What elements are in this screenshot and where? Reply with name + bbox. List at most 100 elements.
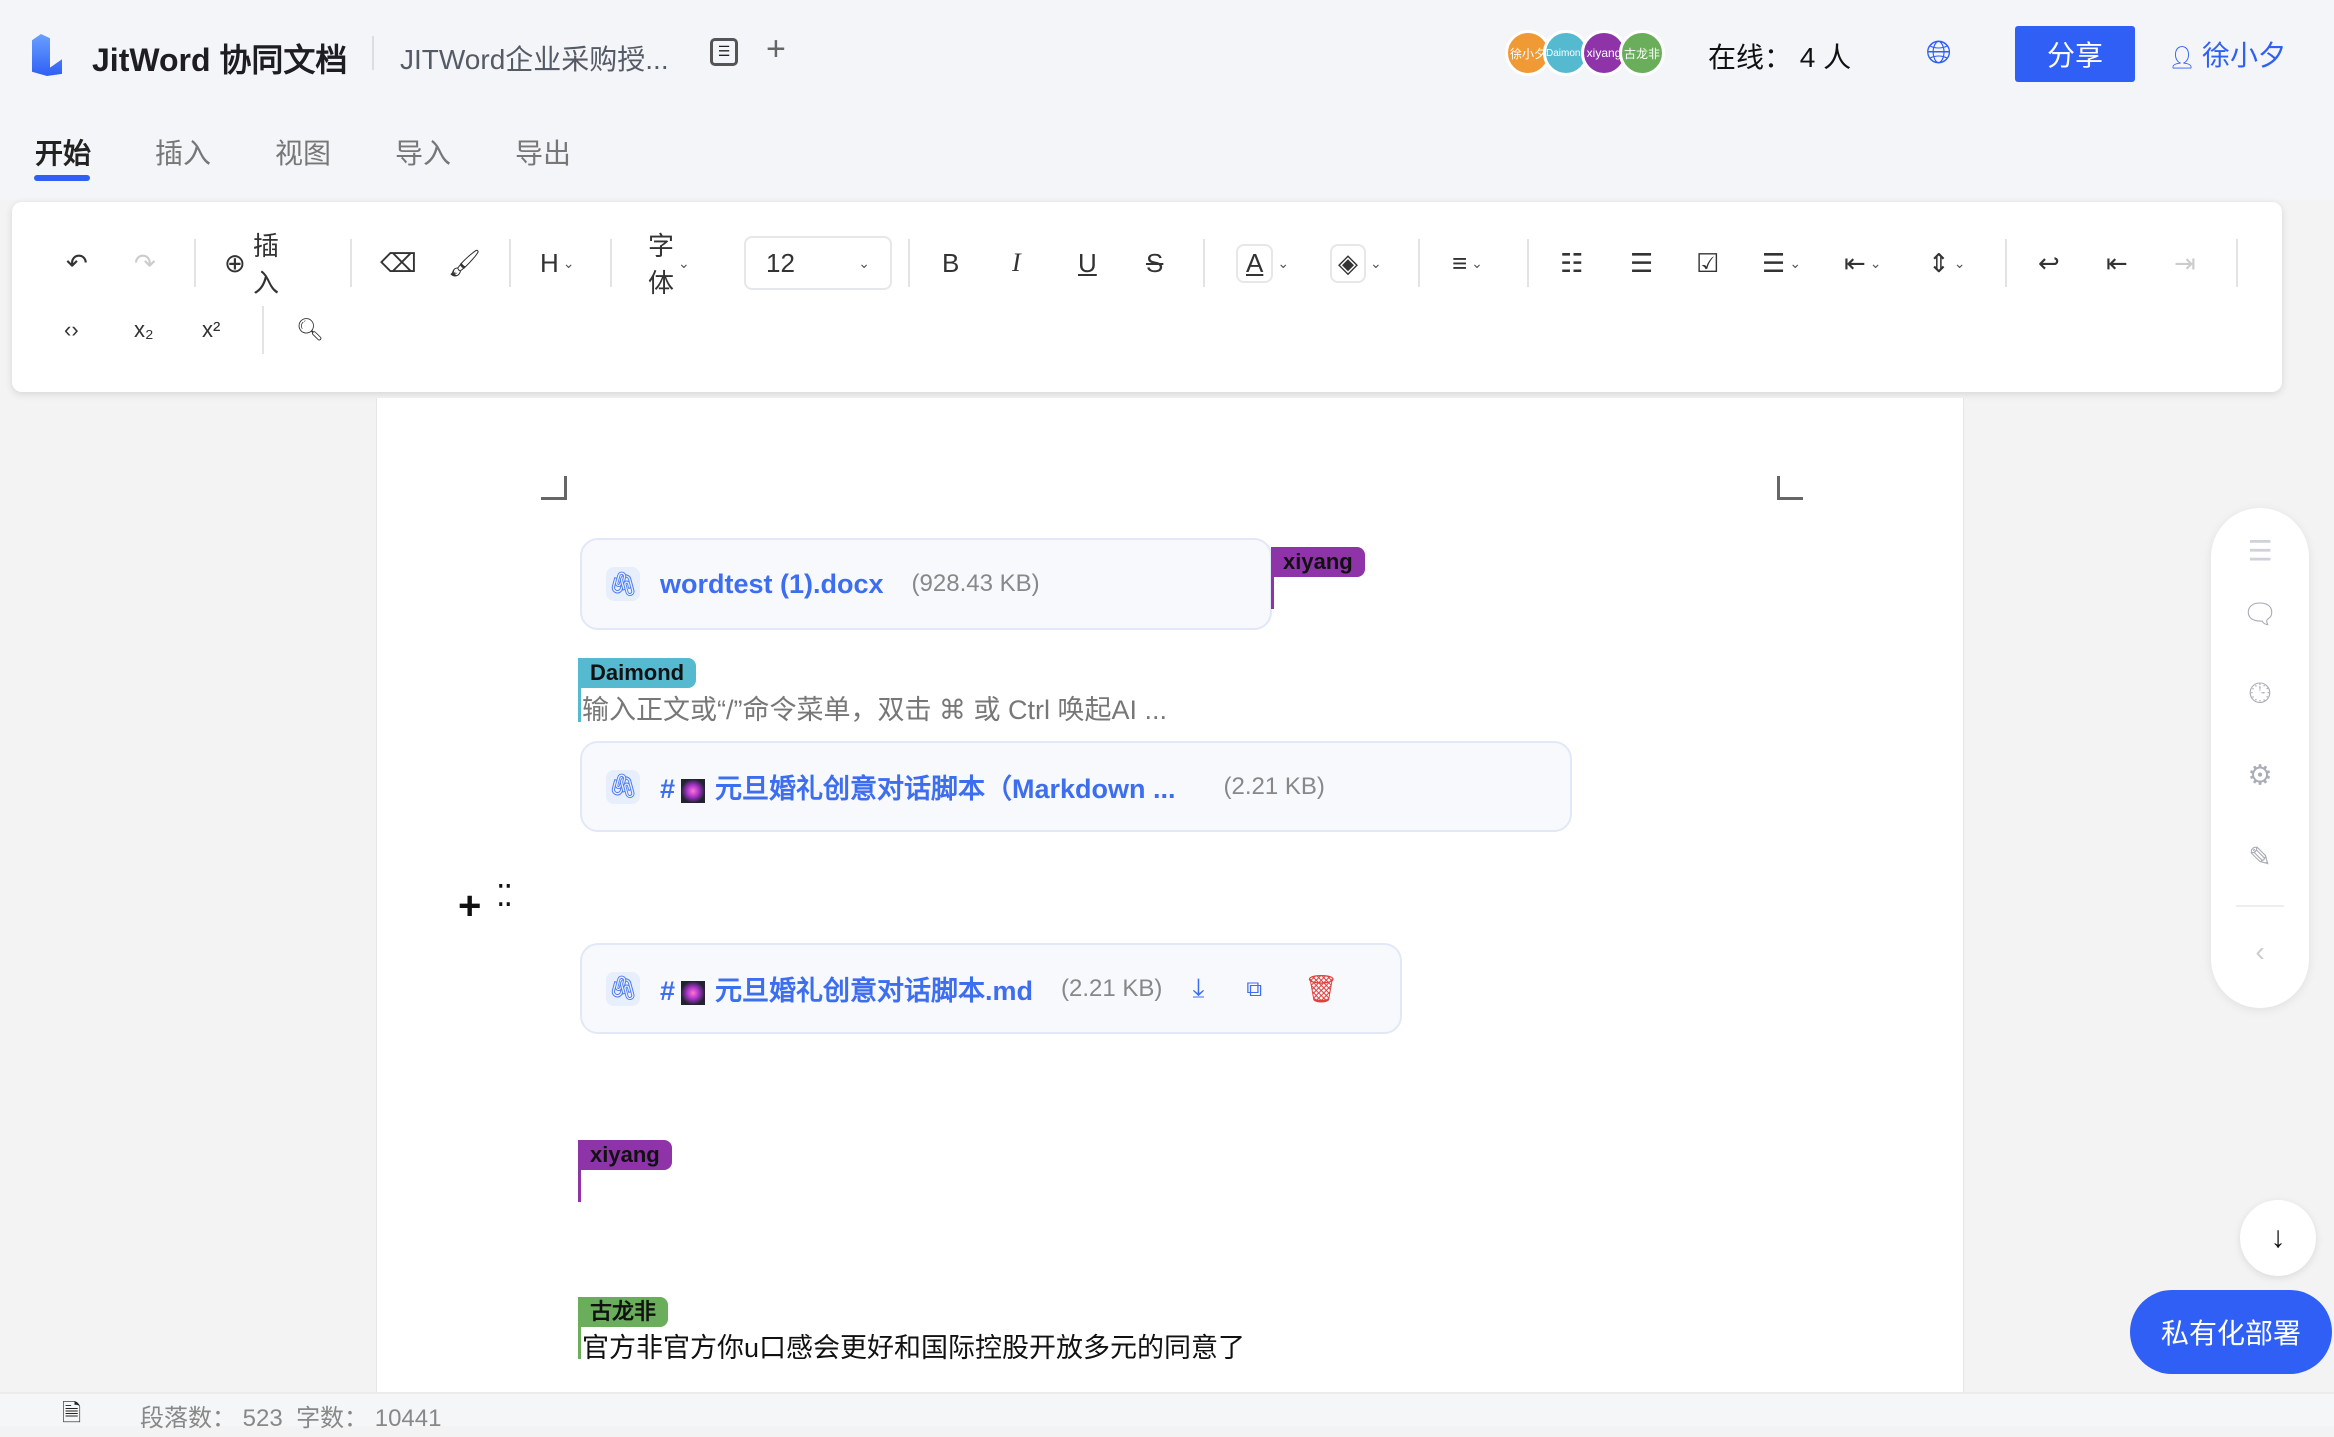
- chevron-down-icon: ⌄: [858, 254, 870, 271]
- share-button[interactable]: 分享: [2015, 26, 2135, 82]
- collab-cursor-label: xiyang: [1271, 547, 1365, 577]
- download-icon[interactable]: ⤓: [1192, 973, 1204, 1005]
- ordered-list-icon[interactable]: ☰: [1630, 238, 1653, 288]
- redo-icon[interactable]: ↷: [134, 238, 156, 288]
- image-thumbnail: [681, 980, 706, 1005]
- collab-cursor-label: Daimond: [578, 658, 697, 688]
- collab-cursor-label: 古龙非: [578, 1297, 669, 1327]
- font-size-select[interactable]: 12 ⌄: [744, 236, 892, 290]
- highlight-color-icon[interactable]: ◈ ⌄: [1330, 238, 1382, 288]
- heading-dropdown[interactable]: H ⌄: [540, 238, 575, 288]
- globe-icon[interactable]: 🌐︎: [1926, 34, 1952, 72]
- tab-start[interactable]: 开始: [35, 132, 91, 172]
- comment-icon[interactable]: 🗨︎: [2242, 598, 2278, 631]
- divider: [194, 239, 196, 287]
- plus-circle-icon: ⊕: [224, 247, 246, 278]
- image-thumbnail: [681, 778, 706, 803]
- font-color-icon[interactable]: A ⌄: [1236, 238, 1289, 288]
- file-size: (2.21 KB): [1061, 974, 1163, 1002]
- chevron-down-icon: ⌄: [678, 254, 690, 271]
- file-attachment[interactable]: 🖇︎ # 元旦婚礼创意对话脚本.md (2.21 KB) ⤓ ⧉ 🗑︎: [580, 943, 1402, 1034]
- italic-icon[interactable]: I: [1012, 238, 1021, 288]
- drag-handle-icon[interactable]: ⁚⁚: [496, 882, 516, 912]
- bullet-list-icon[interactable]: ☷: [1560, 238, 1583, 288]
- online-number: 4 人: [1799, 42, 1852, 73]
- superscript-icon[interactable]: x²: [202, 305, 220, 355]
- file-attachment[interactable]: 🖇︎ wordtest (1).docx (928.43 KB): [580, 538, 1272, 630]
- insert-button[interactable]: ⊕ 插入: [224, 231, 279, 298]
- undo-icon[interactable]: ↶: [66, 238, 88, 288]
- arrow-down-icon: ↓: [2270, 1221, 2286, 1254]
- menu-tabs: 开始 插入 视图 导入 导出: [0, 132, 700, 172]
- divider: [610, 239, 612, 287]
- tab-import[interactable]: 导入: [395, 132, 451, 172]
- file-name[interactable]: wordtest (1).docx: [660, 569, 884, 600]
- divider: [1418, 239, 1420, 287]
- underline-icon[interactable]: U: [1078, 238, 1097, 288]
- eraser-icon[interactable]: ⌫: [380, 238, 417, 288]
- tab-view[interactable]: 视图: [275, 132, 331, 172]
- file-size: (928.43 KB): [911, 570, 1040, 597]
- tab-export[interactable]: 导出: [515, 132, 571, 172]
- word-count: 段落数： 523 字数： 10441: [140, 1405, 442, 1432]
- status-bar: 🗎︎ 段落数： 523 字数： 10441: [0, 1392, 2334, 1432]
- doc-title[interactable]: JITWord企业采购授...: [400, 38, 669, 78]
- indent-dropdown-icon[interactable]: ⇤ ⌄: [1844, 238, 1882, 288]
- tab-insert[interactable]: 插入: [155, 132, 211, 172]
- wrap-icon[interactable]: ↩: [2038, 238, 2060, 288]
- paragraph-text[interactable]: 官方非官方你u口感会更好和国际控股开放多元的同意了: [582, 1326, 1245, 1365]
- copy-icon[interactable]: ⧉: [1246, 976, 1262, 1002]
- collab-cursor: [578, 658, 581, 722]
- avatar-group: 徐小夕 Daimond xiyang 古龙非: [1505, 30, 1665, 76]
- font-label: 字体: [648, 231, 675, 298]
- line-height-icon[interactable]: ⇕ ⌄: [1928, 238, 1966, 288]
- strikethrough-icon[interactable]: S: [1146, 238, 1163, 288]
- outline-menu-icon[interactable]: ☰: [2247, 535, 2272, 568]
- settings-icon[interactable]: ⚙︎: [2247, 759, 2272, 792]
- heading-label: H: [540, 247, 559, 278]
- scroll-down-button[interactable]: ↓: [2240, 1200, 2316, 1276]
- justify-icon[interactable]: ☰ ⌄: [1762, 238, 1801, 288]
- divider: [1203, 239, 1205, 287]
- corner-mark: [1777, 476, 1803, 500]
- search-replace-icon[interactable]: 🔍︎: [296, 305, 324, 355]
- file-attachment[interactable]: 🖇︎ # 元旦婚礼创意对话脚本（Markdown ... (2.21 KB): [580, 741, 1572, 832]
- task-list-icon[interactable]: ☑: [1696, 238, 1719, 288]
- private-deploy-button[interactable]: 私有化部署: [2130, 1290, 2332, 1374]
- user-icon: 👤︎: [2168, 45, 2203, 70]
- delete-icon[interactable]: 🗑︎: [1304, 973, 1338, 1005]
- collab-cursor-label: xiyang: [578, 1140, 672, 1170]
- subscript-icon[interactable]: x₂: [134, 305, 154, 355]
- outdent-icon[interactable]: ⇤: [2106, 238, 2128, 288]
- title-divider: [372, 36, 374, 70]
- user-menu[interactable]: 👤︎ 徐小夕: [2168, 34, 2286, 74]
- divider: [350, 239, 352, 287]
- divider: [908, 239, 910, 287]
- avatar[interactable]: 古龙非: [1619, 30, 1665, 76]
- collapse-chevron-icon[interactable]: ‹: [2255, 936, 2264, 968]
- insert-label: 插入: [253, 231, 280, 298]
- header: JitWord 协同文档 JITWord企业采购授... ☰ + 徐小夕 Dai…: [0, 0, 2334, 200]
- bold-icon[interactable]: B: [942, 238, 959, 288]
- add-block-icon[interactable]: +: [458, 884, 481, 929]
- history-icon[interactable]: 🕒︎: [2249, 678, 2271, 711]
- divider: [262, 306, 264, 354]
- user-name: 徐小夕: [2202, 40, 2287, 71]
- align-icon[interactable]: ≡ ⌄: [1452, 238, 1483, 288]
- font-dropdown[interactable]: 字体 ⌄: [648, 231, 690, 298]
- file-name[interactable]: # 元旦婚礼创意对话脚本.md: [660, 969, 1033, 1008]
- divider: [509, 239, 511, 287]
- active-tab-indicator: [34, 175, 90, 181]
- magic-wand-icon[interactable]: ✎: [2248, 841, 2271, 874]
- outline-icon[interactable]: ☰: [710, 38, 738, 66]
- indent-icon[interactable]: ⇥: [2174, 238, 2196, 288]
- file-name[interactable]: # 元旦婚礼创意对话脚本（Markdown ...: [660, 767, 1176, 806]
- format-painter-icon[interactable]: 🖌︎: [448, 238, 481, 288]
- font-size-value: 12: [766, 247, 795, 278]
- code-icon[interactable]: ‹›: [64, 305, 79, 355]
- divider: [2005, 239, 2007, 287]
- logo-icon: [32, 34, 62, 76]
- paperclip-icon: 🖇︎: [606, 769, 640, 804]
- placeholder-text[interactable]: 输入正文或“/”命令菜单，双击 ⌘ 或 Ctrl 唤起AI ...: [582, 688, 1167, 727]
- add-tab-icon[interactable]: +: [766, 30, 786, 69]
